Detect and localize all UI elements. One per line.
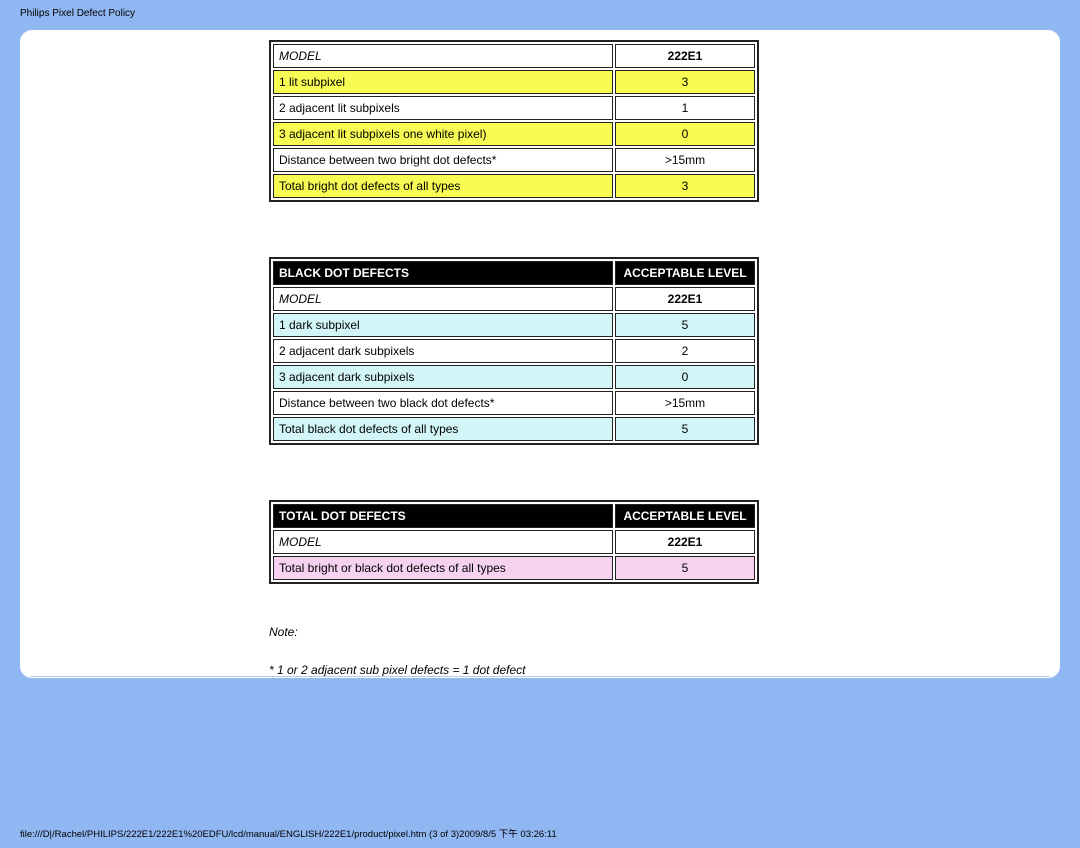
model-name: 222E1	[615, 530, 755, 554]
row-value: >15mm	[615, 148, 755, 172]
horizontal-rule	[30, 676, 1050, 678]
row-label: 1 dark subpixel	[273, 313, 613, 337]
model-row: MODEL 222E1	[273, 44, 755, 68]
row-value: 0	[615, 122, 755, 146]
model-name: 222E1	[615, 44, 755, 68]
row-value: 3	[615, 174, 755, 198]
row-label: 2 adjacent dark subpixels	[273, 339, 613, 363]
model-label: MODEL	[273, 287, 613, 311]
black-dot-table: BLACK DOT DEFECTS ACCEPTABLE LEVEL MODEL…	[269, 257, 759, 445]
total-dot-table: TOTAL DOT DEFECTS ACCEPTABLE LEVEL MODEL…	[269, 500, 759, 584]
row-label: Total bright dot defects of all types	[273, 174, 613, 198]
document-content: MODEL 222E1 1 lit subpixel32 adjacent li…	[245, 40, 815, 678]
row-label: 2 adjacent lit subpixels	[273, 96, 613, 120]
row-label: 1 lit subpixel	[273, 70, 613, 94]
model-label: MODEL	[273, 530, 613, 554]
total-dot-header: TOTAL DOT DEFECTS	[273, 504, 613, 528]
row-value: 1	[615, 96, 755, 120]
model-label: MODEL	[273, 44, 613, 68]
row-value: 5	[615, 417, 755, 441]
table-header-row: BLACK DOT DEFECTS ACCEPTABLE LEVEL	[273, 261, 755, 285]
row-label: Total black dot defects of all types	[273, 417, 613, 441]
table-row: 1 lit subpixel3	[273, 70, 755, 94]
table-row: 2 adjacent dark subpixels2	[273, 339, 755, 363]
model-name: 222E1	[615, 287, 755, 311]
model-row: MODEL 222E1	[273, 530, 755, 554]
table-row: Distance between two black dot defects*>…	[273, 391, 755, 415]
table-row: 3 adjacent lit subpixels one white pixel…	[273, 122, 755, 146]
table-row: Total black dot defects of all types5	[273, 417, 755, 441]
note-prefix: Note:	[269, 625, 815, 639]
acceptable-level-header: ACCEPTABLE LEVEL	[615, 261, 755, 285]
notes-block: Note: * 1 or 2 adjacent sub pixel defect…	[269, 625, 815, 677]
row-label: Total bright or black dot defects of all…	[273, 556, 613, 580]
row-value: 5	[615, 556, 755, 580]
table-row: 1 dark subpixel5	[273, 313, 755, 337]
black-dot-header: BLACK DOT DEFECTS	[273, 261, 613, 285]
bright-dot-table: MODEL 222E1 1 lit subpixel32 adjacent li…	[269, 40, 759, 202]
page-title: Philips Pixel Defect Policy	[20, 8, 135, 19]
acceptable-level-header: ACCEPTABLE LEVEL	[615, 504, 755, 528]
table-row: Total bright dot defects of all types3	[273, 174, 755, 198]
row-label: 3 adjacent lit subpixels one white pixel…	[273, 122, 613, 146]
row-label: 3 adjacent dark subpixels	[273, 365, 613, 389]
row-value: 3	[615, 70, 755, 94]
model-row: MODEL 222E1	[273, 287, 755, 311]
table-row: 3 adjacent dark subpixels0	[273, 365, 755, 389]
footer-path: file:///D|/Rachel/PHILIPS/222E1/222E1%20…	[20, 826, 557, 840]
row-value: 5	[615, 313, 755, 337]
table-row: Total bright or black dot defects of all…	[273, 556, 755, 580]
table-row: 2 adjacent lit subpixels1	[273, 96, 755, 120]
row-label: Distance between two bright dot defects*	[273, 148, 613, 172]
document-panel: MODEL 222E1 1 lit subpixel32 adjacent li…	[20, 30, 1060, 678]
note-line-1: * 1 or 2 adjacent sub pixel defects = 1 …	[269, 663, 815, 677]
row-value: 0	[615, 365, 755, 389]
row-label: Distance between two black dot defects*	[273, 391, 613, 415]
table-header-row: TOTAL DOT DEFECTS ACCEPTABLE LEVEL	[273, 504, 755, 528]
row-value: 2	[615, 339, 755, 363]
table-row: Distance between two bright dot defects*…	[273, 148, 755, 172]
row-value: >15mm	[615, 391, 755, 415]
